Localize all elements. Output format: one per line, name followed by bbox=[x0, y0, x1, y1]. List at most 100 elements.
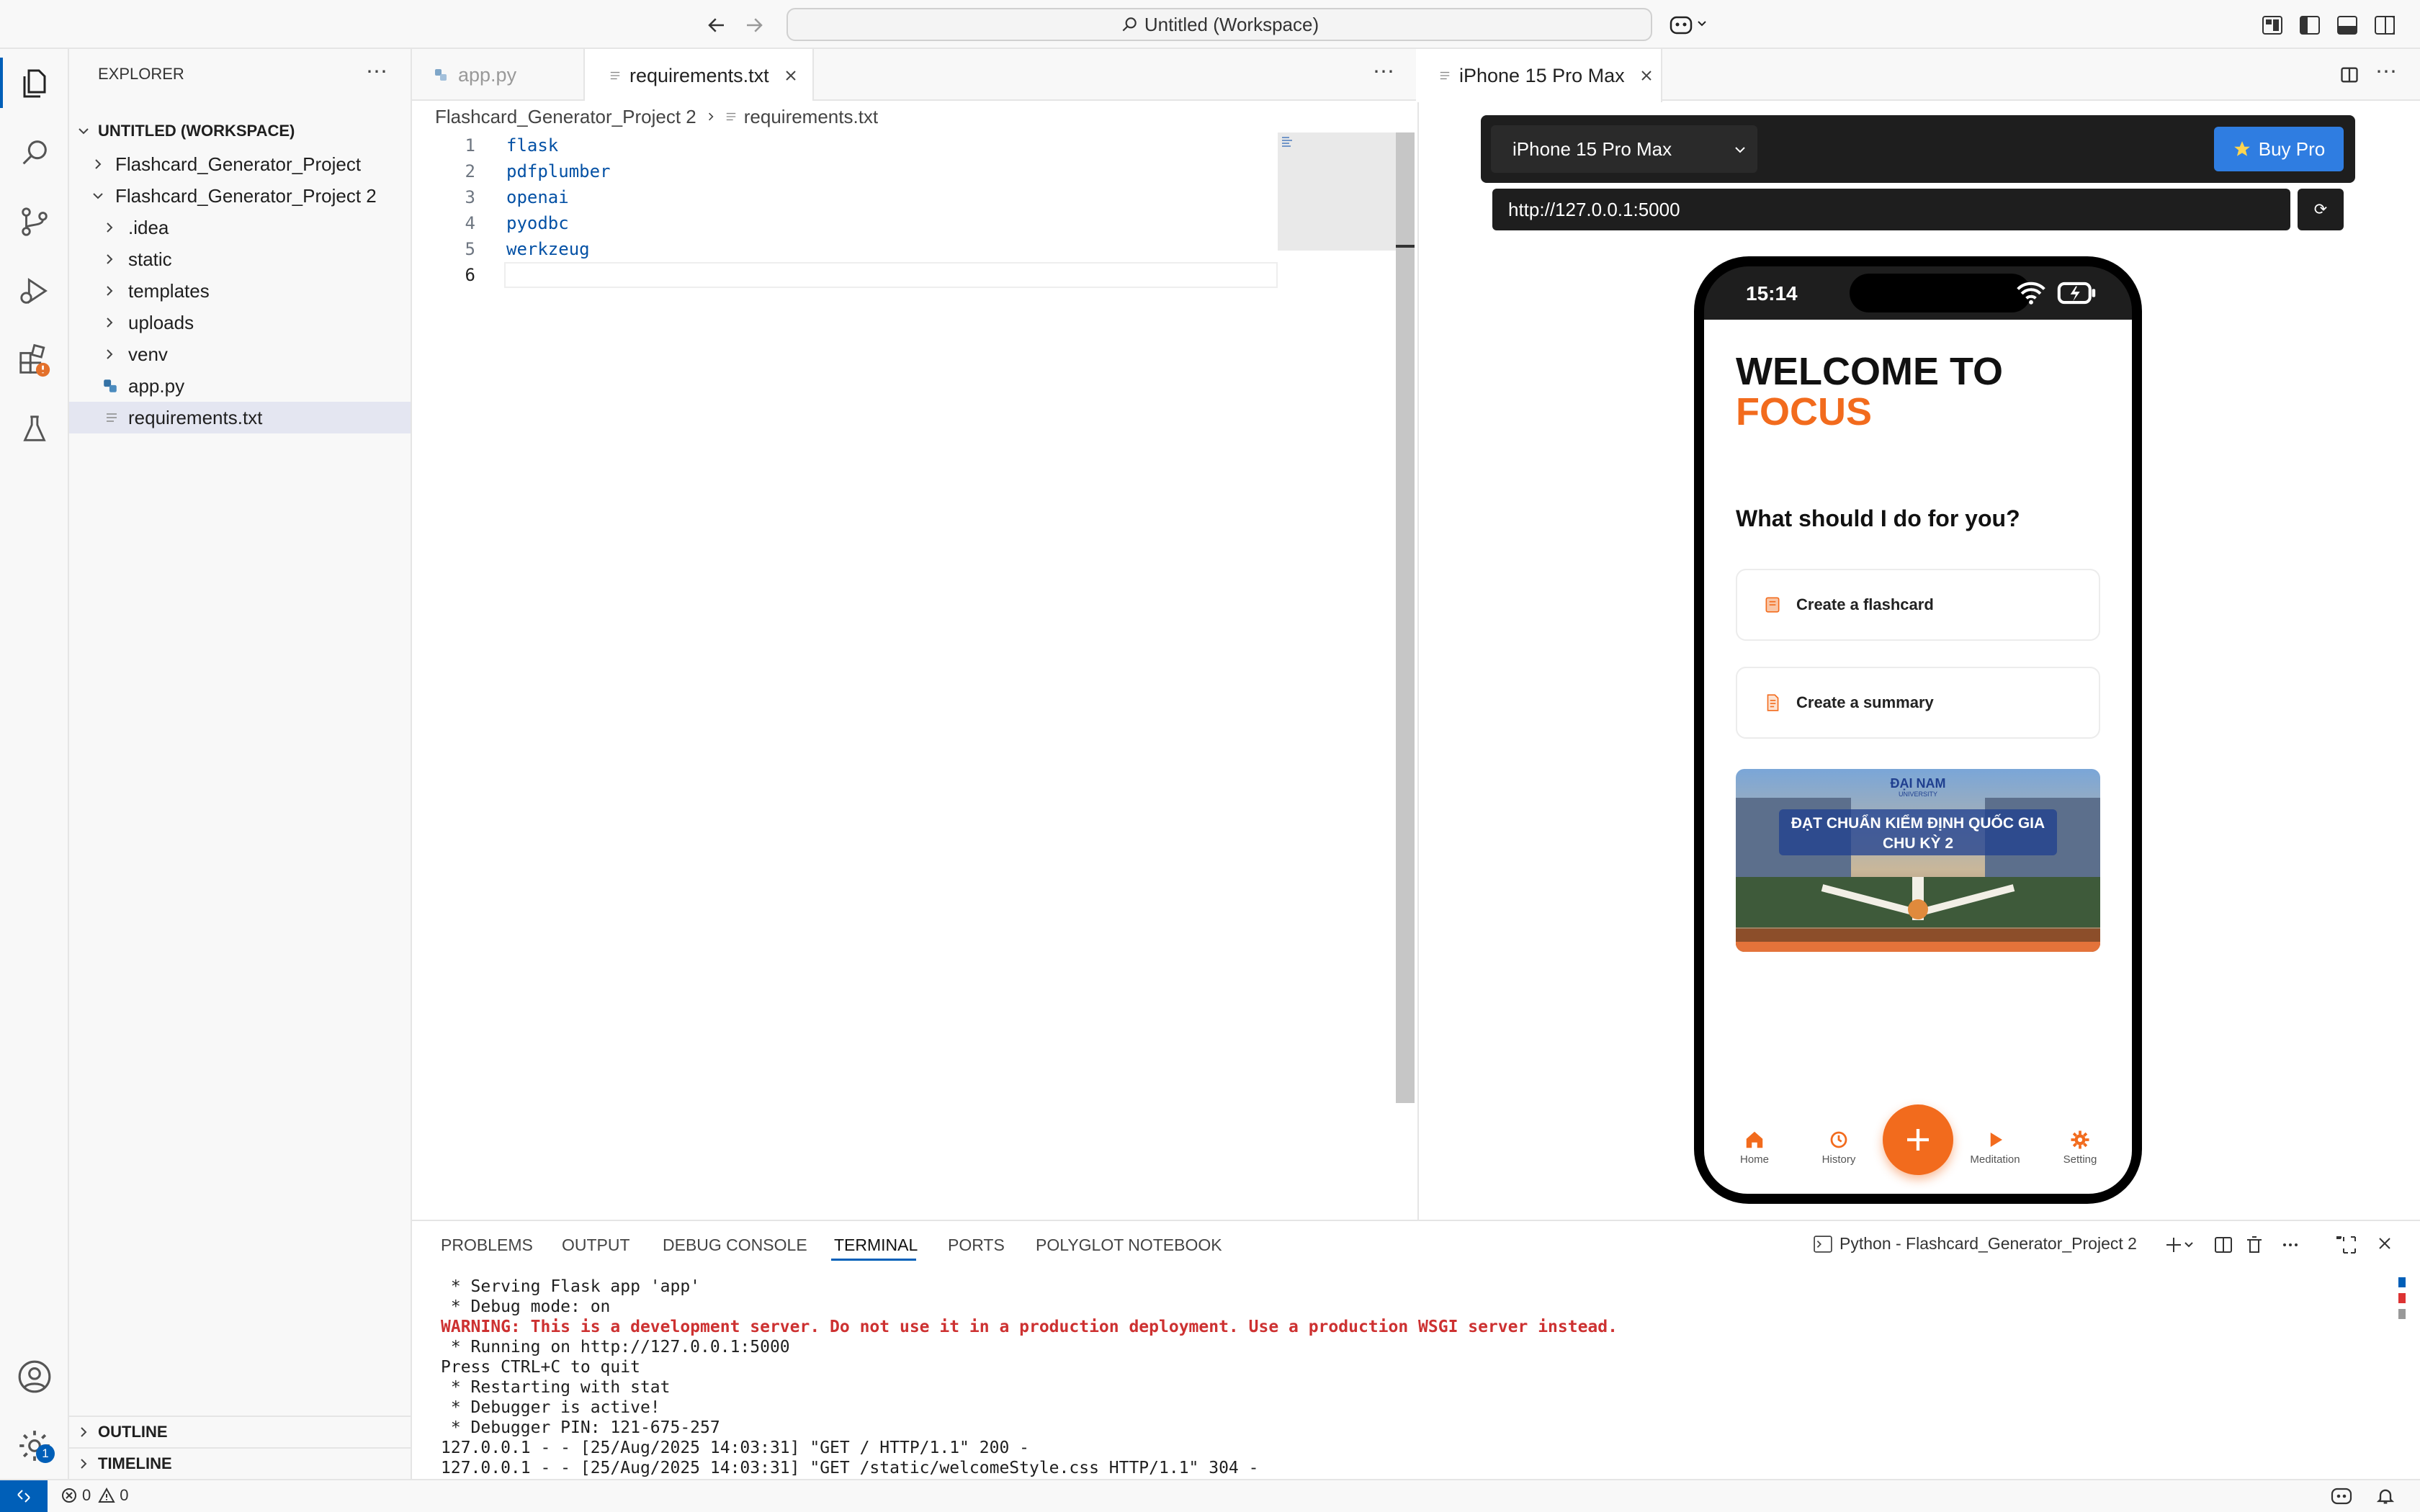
tree-folder-project-1[interactable]: Flashcard_Generator_Project bbox=[69, 148, 411, 180]
code-line[interactable]: werkzeug bbox=[506, 239, 590, 259]
phone-time: 15:14 bbox=[1746, 282, 1798, 305]
terminal-line: 127.0.0.1 - - [25/Aug/2025 14:03:31] "GE… bbox=[441, 1459, 1259, 1477]
refresh-button[interactable]: ⟳ bbox=[2298, 189, 2344, 230]
testing-flask-icon[interactable] bbox=[14, 409, 55, 449]
close-icon[interactable] bbox=[1639, 68, 1654, 83]
python-file-icon bbox=[435, 69, 447, 81]
create-flashcard-card[interactable]: Create a flashcard bbox=[1736, 569, 2100, 641]
breadcrumb-folder[interactable]: Flashcard_Generator_Project 2 bbox=[435, 106, 696, 128]
code-line[interactable]: pyodbc bbox=[506, 213, 569, 233]
nav-label: Meditation bbox=[1970, 1153, 2020, 1166]
editor-more-actions-icon[interactable]: ⋯ bbox=[1373, 59, 1394, 84]
buy-pro-button[interactable]: Buy Pro bbox=[2214, 127, 2344, 171]
panel-tab-ports[interactable]: PORTS bbox=[948, 1236, 1005, 1255]
code-line[interactable]: openai bbox=[506, 187, 569, 207]
problems-counter[interactable]: 0 0 bbox=[60, 1486, 129, 1505]
tree-label: venv bbox=[128, 343, 168, 365]
tree-folder-uploads[interactable]: uploads bbox=[69, 307, 411, 338]
chevron-right-icon bbox=[95, 159, 102, 169]
panel-tab-terminal[interactable]: TERMINAL bbox=[834, 1236, 918, 1255]
add-fab-button[interactable] bbox=[1883, 1104, 1953, 1175]
tree-folder-venv[interactable]: venv bbox=[69, 338, 411, 370]
tree-label: .idea bbox=[128, 216, 169, 238]
account-icon[interactable] bbox=[14, 1356, 55, 1397]
terminal-selector[interactable]: Python - Flashcard_Generator_Project 2 bbox=[1814, 1234, 2137, 1254]
tab-app-py[interactable]: app.py bbox=[412, 49, 585, 101]
nav-history[interactable]: History bbox=[1815, 1129, 1863, 1166]
search-icon[interactable] bbox=[14, 132, 55, 173]
tree-folder-project-2[interactable]: Flashcard_Generator_Project 2 bbox=[69, 180, 411, 212]
timeline-section[interactable]: TIMELINE bbox=[69, 1447, 411, 1479]
notifications-bell-icon[interactable] bbox=[2375, 1486, 2396, 1506]
chevron-down-icon bbox=[79, 128, 89, 135]
tab-requirements[interactable]: requirements.txt bbox=[585, 49, 814, 102]
tab-label: app.py bbox=[458, 63, 517, 86]
nav-setting[interactable]: Setting bbox=[2054, 1129, 2106, 1166]
terminal-warning-line: WARNING: This is a development server. D… bbox=[441, 1318, 1618, 1336]
more-actions-icon[interactable]: ⋯ bbox=[366, 59, 387, 84]
sidebar-title: EXPLORER bbox=[98, 65, 184, 83]
tab-iphone-preview[interactable]: iPhone 15 Pro Max bbox=[1417, 49, 1662, 102]
chevron-right-icon bbox=[708, 112, 714, 121]
preview-more-actions-icon[interactable]: ⋯ bbox=[2375, 59, 2397, 84]
layout-panels-icon[interactable] bbox=[2262, 14, 2406, 36]
scrollbar-cursor-marker bbox=[1396, 245, 1415, 248]
panel-tab-polyglot[interactable]: POLYGLOT NOTEBOOK bbox=[1036, 1236, 1222, 1255]
terminal-line: * Debug mode: on bbox=[441, 1297, 611, 1316]
tree-folder-idea[interactable]: .idea bbox=[69, 212, 411, 243]
python-file-icon bbox=[104, 379, 117, 392]
tree-label: static bbox=[128, 248, 172, 270]
url-input[interactable]: http://127.0.0.1:5000 bbox=[1492, 189, 2290, 230]
editor-tabs-bar: app.py requirements.txt ⋯ bbox=[412, 49, 1416, 102]
editor-scrollbar[interactable] bbox=[1396, 132, 1415, 1103]
tree-label: app.py bbox=[128, 374, 185, 397]
outline-section[interactable]: OUTLINE bbox=[69, 1416, 411, 1447]
explorer-icon[interactable] bbox=[14, 63, 55, 104]
split-editor-icon[interactable] bbox=[2339, 65, 2360, 85]
current-line-highlight bbox=[504, 262, 1278, 288]
summary-document-icon bbox=[1767, 694, 1779, 711]
terminal-line: Press CTRL+C to quit bbox=[441, 1358, 640, 1377]
breadcrumb-file[interactable]: requirements.txt bbox=[744, 106, 878, 128]
code-line[interactable]: pdfplumber bbox=[506, 161, 611, 181]
url-value: http://127.0.0.1:5000 bbox=[1508, 198, 1680, 220]
tree-folder-templates[interactable]: templates bbox=[69, 275, 411, 307]
settings-badge: 1 bbox=[36, 1444, 55, 1463]
close-icon[interactable] bbox=[784, 68, 798, 83]
forward-arrow-icon[interactable] bbox=[743, 14, 765, 36]
nav-home[interactable]: Home bbox=[1736, 1129, 1773, 1166]
panel-tab-problems[interactable]: PROBLEMS bbox=[441, 1236, 533, 1255]
line-number: 3 bbox=[465, 187, 475, 207]
copilot-status-icon[interactable] bbox=[2331, 1486, 2352, 1506]
tree-file-app-py[interactable]: app.py bbox=[69, 370, 411, 402]
command-center-search[interactable]: Untitled (Workspace) bbox=[786, 8, 1652, 41]
panel-tab-output[interactable]: OUTPUT bbox=[562, 1236, 630, 1255]
search-icon bbox=[1122, 17, 1137, 32]
copilot-icon[interactable] bbox=[1670, 13, 1710, 36]
breadcrumb: Flashcard_Generator_Project 2 requiremen… bbox=[435, 101, 878, 132]
university-banner-image[interactable]: ĐẠI NAM UNIVERSITY ĐẠT CHUẨN KIỂM ĐỊNH Q… bbox=[1736, 769, 2100, 952]
panel-tab-debug-console[interactable]: DEBUG CONSOLE bbox=[663, 1236, 807, 1255]
tree-folder-static[interactable]: static bbox=[69, 243, 411, 275]
source-control-icon[interactable] bbox=[14, 202, 55, 242]
nav-label: Home bbox=[1739, 1153, 1769, 1166]
line-number: 6 bbox=[465, 265, 475, 285]
device-select[interactable]: iPhone 15 Pro Max bbox=[1491, 125, 1757, 173]
nav-meditation[interactable]: Meditation bbox=[1960, 1129, 2030, 1166]
extensions-icon[interactable] bbox=[14, 340, 55, 380]
banner-line-2: CHU KỲ 2 bbox=[1882, 835, 1954, 852]
line-number: 4 bbox=[465, 213, 475, 233]
create-summary-card[interactable]: Create a summary bbox=[1736, 667, 2100, 739]
minimap[interactable] bbox=[1278, 132, 1396, 251]
code-line[interactable]: flask bbox=[506, 135, 558, 156]
terminal-line: * Debugger PIN: 121-675-257 bbox=[441, 1418, 720, 1437]
terminal-line: 127.0.0.1 - - [25/Aug/2025 14:03:31] "GE… bbox=[441, 1439, 1029, 1457]
chevron-right-icon bbox=[107, 254, 113, 264]
run-debug-icon[interactable] bbox=[14, 271, 55, 311]
home-icon bbox=[1746, 1131, 1763, 1148]
back-arrow-icon[interactable] bbox=[706, 14, 727, 36]
remote-indicator[interactable] bbox=[0, 1480, 48, 1512]
workspace-root[interactable]: UNTITLED (WORKSPACE) bbox=[69, 115, 411, 147]
star-icon bbox=[2233, 141, 2250, 156]
tree-file-requirements[interactable]: requirements.txt bbox=[69, 402, 411, 433]
